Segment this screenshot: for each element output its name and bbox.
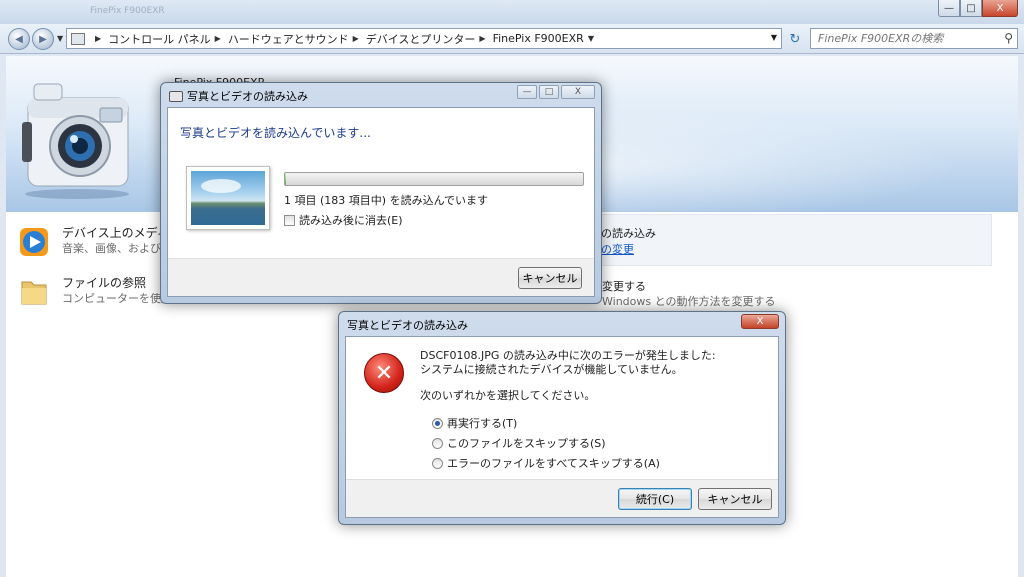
- media-player-icon: [20, 228, 48, 256]
- folder-icon: [21, 281, 47, 305]
- breadcrumb-control-panel[interactable]: コントロール パネル ▶: [108, 31, 228, 47]
- dialog-caption-buttons: — □ X: [517, 85, 595, 99]
- recent-pages-dropdown[interactable]: ▼: [57, 34, 63, 43]
- delete-after-import-checkbox[interactable]: 読み込み後に消去(E): [284, 212, 403, 228]
- dialog-maximize-button[interactable]: □: [539, 85, 559, 99]
- forward-button[interactable]: ▶: [32, 28, 54, 50]
- option-retry-radio[interactable]: 再実行する(T): [432, 415, 517, 431]
- radio-dot[interactable]: [432, 417, 443, 429]
- import-settings-panel[interactable]: の読み込み の変更: [596, 214, 992, 266]
- error-icon: ✕: [364, 353, 404, 393]
- title-bar: FinePix F900EXR — □ X: [0, 0, 1024, 24]
- task-subtitle: コンピューターを使用: [62, 292, 172, 305]
- back-button[interactable]: ◀: [8, 28, 30, 50]
- refresh-icon[interactable]: ↻: [786, 30, 804, 48]
- import-error-dialog: 写真とビデオの読み込み X ✕ DSCF0108.JPG の読み込み中に次のエラ…: [338, 311, 786, 525]
- close-button[interactable]: X: [982, 0, 1018, 17]
- maximize-button[interactable]: □: [960, 0, 982, 17]
- error-dialog-body: ✕ DSCF0108.JPG の読み込み中に次のエラーが発生しました: システム…: [345, 336, 779, 518]
- dialog-minimize-button[interactable]: —: [517, 85, 537, 99]
- cancel-import-button[interactable]: キャンセル: [518, 267, 582, 289]
- breadcrumb-devices-printers[interactable]: デバイスとプリンター ▶: [366, 31, 493, 47]
- import-settings-link[interactable]: の変更: [601, 241, 634, 257]
- option-skip-file-radio[interactable]: このファイルをスキップする(S): [432, 435, 606, 451]
- cancel-error-button[interactable]: キャンセル: [698, 488, 772, 510]
- photo-thumbnail: [186, 166, 270, 230]
- dialog-title: 写真とビデオの読み込み: [169, 88, 308, 104]
- error-dialog-footer: 続行(C) キャンセル: [346, 479, 778, 517]
- dialog-body: 写真とビデオを読み込んでいます... 1 項目 (183 項目中) を読み込んで…: [167, 107, 595, 297]
- error-dialog-title: 写真とビデオの読み込み: [347, 319, 468, 332]
- breadcrumb-device[interactable]: FinePix F900EXR ▼: [493, 32, 601, 45]
- task-browse-files[interactable]: ファイルの参照 コンピューターを使用: [18, 276, 172, 308]
- error-prompt: 次のいずれかを選択してください。: [420, 389, 596, 402]
- computer-icon: [71, 32, 85, 45]
- progress-fill: [285, 173, 287, 185]
- address-bar: ◀ ▶ ▼ ▶ コントロール パネル ▶ ハードウェアとサウンド ▶ デバイスとプリ…: [0, 24, 1024, 54]
- error-dialog-close-button[interactable]: X: [741, 314, 779, 329]
- checkbox-box[interactable]: [284, 214, 295, 226]
- breadcrumb-root-arrow[interactable]: ▶: [91, 34, 108, 43]
- option-skip-all-errors-radio[interactable]: エラーのファイルをすべてスキップする(A): [432, 455, 660, 471]
- import-progress-dialog: 写真とビデオの読み込み — □ X 写真とビデオを読み込んでいます... 1 項…: [160, 82, 602, 304]
- title-ghost-text: FinePix F900EXR: [90, 6, 165, 16]
- address-dropdown-icon[interactable]: ▼: [771, 33, 777, 42]
- dialog-footer: キャンセル: [168, 258, 594, 296]
- error-message-line2: システムに接続されたデバイスが機能していません。: [420, 363, 683, 376]
- dialog-close-button[interactable]: X: [561, 85, 595, 99]
- minimize-button[interactable]: —: [938, 0, 960, 17]
- address-box[interactable]: ▶ コントロール パネル ▶ ハードウェアとサウンド ▶ デバイスとプリンター ▶ F…: [66, 28, 782, 49]
- caption-buttons: — □ X: [938, 0, 1018, 17]
- change-behavior-title[interactable]: 変更する: [602, 278, 646, 294]
- breadcrumb-hardware-sound[interactable]: ハードウェアとサウンド ▶: [228, 31, 366, 47]
- task-device-media[interactable]: デバイス上のメディア 音楽、画像、およびビ: [18, 226, 181, 258]
- search-icon[interactable]: ⚲: [1004, 31, 1013, 45]
- import-task-title: の読み込み: [601, 227, 656, 240]
- search-box[interactable]: ⚲: [810, 28, 1018, 49]
- import-status: 1 項目 (183 項目中) を読み込んでいます: [284, 194, 489, 207]
- camera-icon: [22, 83, 129, 199]
- change-behavior-subtitle: Windows との動作方法を変更する: [602, 295, 776, 308]
- radio-dot[interactable]: [432, 457, 443, 469]
- camera-small-icon: [169, 90, 183, 102]
- search-input[interactable]: [818, 32, 998, 45]
- import-heading: 写真とビデオを読み込んでいます...: [180, 126, 371, 140]
- continue-button[interactable]: 続行(C): [618, 488, 692, 510]
- radio-dot[interactable]: [432, 437, 443, 449]
- import-progress-bar: [284, 172, 584, 186]
- task-title: ファイルの参照: [62, 276, 147, 290]
- error-message-line1: DSCF0108.JPG の読み込み中に次のエラーが発生しました:: [420, 349, 716, 362]
